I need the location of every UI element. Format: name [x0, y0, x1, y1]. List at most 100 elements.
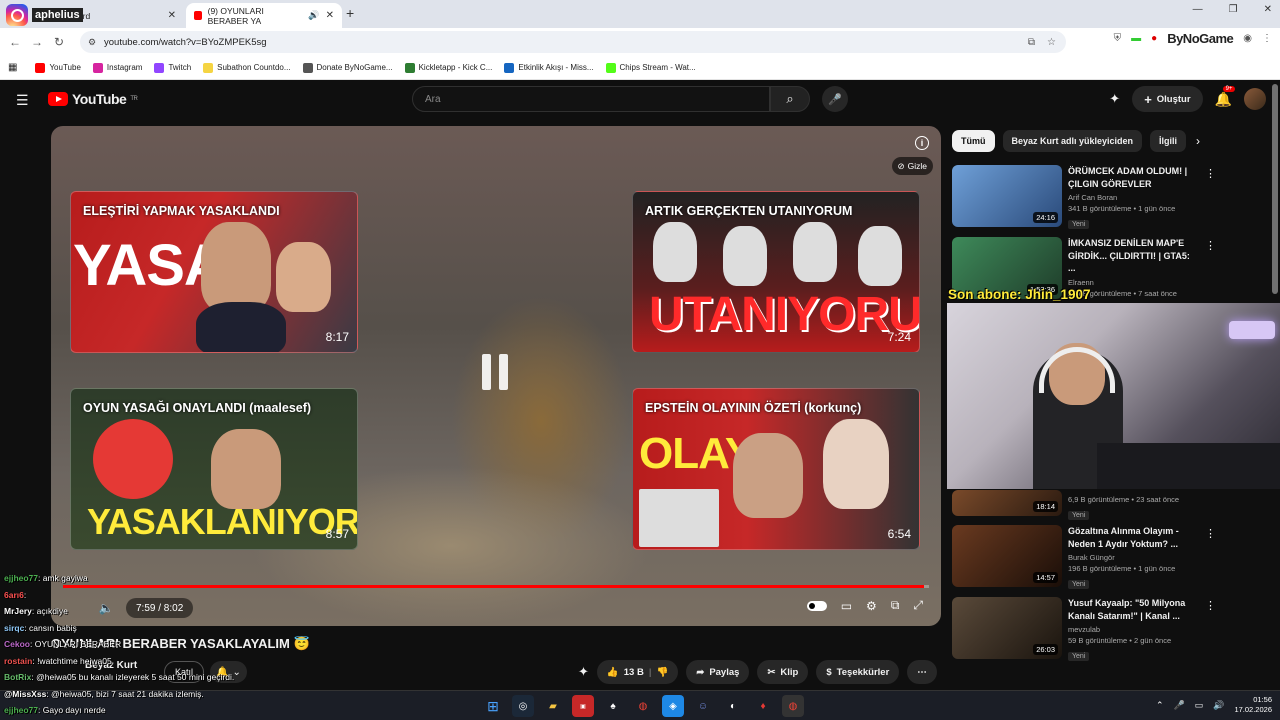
- url-field[interactable]: ⚙ youtube.com/watch?v=BYoZMPEK5sg ⧉ ☆: [80, 31, 1066, 53]
- site-settings-icon[interactable]: ⚙: [88, 37, 96, 48]
- install-icon[interactable]: ⧉: [1028, 37, 1035, 48]
- chrome-icon[interactable]: ◍: [632, 695, 654, 717]
- reload-icon[interactable]: ↻: [48, 35, 70, 49]
- speaker-icon[interactable]: 🔊: [308, 10, 319, 21]
- hamburger-menu-icon[interactable]: ☰: [16, 92, 29, 109]
- like-button[interactable]: 👍 13 B | 👎: [596, 660, 679, 684]
- app-icon[interactable]: ♦: [752, 695, 774, 717]
- chevron-up-icon[interactable]: ⌃: [1156, 700, 1164, 711]
- chip-uploader[interactable]: Beyaz Kurt adlı yükleyiciden: [1002, 130, 1143, 152]
- subtitles-icon[interactable]: ▭: [841, 599, 852, 613]
- bookmark-kicklet[interactable]: Kickletapp - Kick C...: [404, 62, 492, 73]
- pause-icon[interactable]: [475, 354, 515, 400]
- windows-start-icon[interactable]: ⊞: [482, 695, 504, 717]
- app-icon[interactable]: ◈: [662, 695, 684, 717]
- youtube-logo[interactable]: YouTube TR: [48, 91, 138, 107]
- tab-label: (9) OYUNLARI BERABER YA: [207, 5, 264, 26]
- endcard-video[interactable]: ELEŞTİRİ YAPMAK YASAKLANDI YASAK 8:17: [70, 191, 358, 353]
- bookmark-etkinlik[interactable]: Etkinlik Akışı - Miss...: [504, 62, 594, 73]
- bookmark-instagram[interactable]: Instagram: [92, 62, 142, 73]
- bookmark-label: Etkinlik Akışı - Miss...: [518, 63, 594, 72]
- endcard-thumb-text: YASAKLANIYOR: [87, 501, 358, 542]
- search-icon: ⌕: [786, 91, 794, 106]
- instagram-overlay: aphelius: [6, 4, 83, 26]
- bookmark-donate[interactable]: Donate ByNoGame...: [302, 62, 393, 73]
- search-button[interactable]: ⌕: [770, 86, 810, 112]
- bookmark-twitch[interactable]: Twitch: [154, 62, 191, 73]
- video-player[interactable]: ELEŞTİRİ YAPMAK YASAKLANDI YASAK 8:17 AR…: [51, 126, 941, 626]
- bookmark-subathon[interactable]: Subathon Countdo...: [203, 62, 291, 73]
- more-vert-icon[interactable]: ⋮: [1205, 167, 1216, 180]
- more-vert-icon[interactable]: ⋮: [1205, 527, 1216, 540]
- bookmark-youtube[interactable]: YouTube: [35, 62, 81, 73]
- bynogame-extension[interactable]: ByNoGame: [1167, 31, 1234, 46]
- endcard-video[interactable]: EPSTEİN OLAYININ ÖZETİ (korkunç) OLAY 6:…: [632, 388, 920, 550]
- profile-icon[interactable]: ◉: [1243, 33, 1252, 44]
- avatar[interactable]: [1244, 88, 1266, 110]
- close-tab-icon[interactable]: ✕: [168, 10, 176, 21]
- volume-icon[interactable]: 🔊: [1213, 700, 1224, 711]
- more-vert-icon[interactable]: ⋮: [1205, 599, 1216, 612]
- forward-icon[interactable]: →: [26, 35, 48, 49]
- hide-endcards-button[interactable]: ⊘ Gizle: [891, 157, 933, 175]
- bell-icon: 🔔: [1214, 90, 1232, 107]
- chip-related[interactable]: İlgili: [1150, 130, 1187, 152]
- app-icon[interactable]: ▣: [572, 695, 594, 717]
- recommended-video[interactable]: 14:57 Gözaltına Alınma Olayım - Neden 1 …: [952, 525, 1222, 591]
- menu-dots-icon[interactable]: ⋮: [1262, 33, 1272, 44]
- fullscreen-icon[interactable]: ⤢: [913, 598, 923, 613]
- chevron-right-icon[interactable]: ›: [1196, 134, 1200, 148]
- voice-search-button[interactable]: 🎤: [822, 86, 848, 112]
- close-window-icon[interactable]: ✕: [1264, 4, 1272, 15]
- tab-youtube-video[interactable]: (9) OYUNLARI BERABER YA 🔊 ✕: [186, 3, 342, 28]
- bookmark-chips[interactable]: Chips Stream - Wat...: [605, 62, 696, 73]
- endcard-video[interactable]: ARTIK GERÇEKTEN UTANIYORUM UTANIYORUM! 7…: [632, 191, 920, 353]
- share-button[interactable]: ➦ Paylaş: [686, 660, 750, 684]
- steam-icon[interactable]: ◎: [512, 695, 534, 717]
- chip-all[interactable]: Tümü: [952, 130, 995, 152]
- shield-icon[interactable]: ⛨: [1114, 33, 1122, 44]
- create-button[interactable]: + Oluştur: [1132, 86, 1203, 112]
- app-icon[interactable]: ♠: [602, 695, 624, 717]
- more-actions-button[interactable]: ⋯: [907, 660, 937, 684]
- bookmark-icon: [302, 62, 313, 73]
- recommended-video[interactable]: 18:14 6,9 B görüntüleme • 23 saat önce Y…: [952, 490, 1222, 520]
- miniplayer-icon[interactable]: ⧉: [891, 598, 900, 613]
- folder-icon[interactable]: ▰: [542, 695, 564, 717]
- info-icon[interactable]: i: [915, 136, 929, 150]
- window-controls: — ❐ ✕: [1193, 4, 1272, 15]
- autoplay-toggle[interactable]: [806, 600, 827, 611]
- chat-username: rostain: [4, 655, 33, 666]
- scrollbar[interactable]: [1272, 84, 1278, 294]
- thumbs-down-icon[interactable]: 👎: [657, 667, 669, 678]
- microphone-icon[interactable]: 🎤: [1174, 700, 1185, 711]
- more-vert-icon[interactable]: ⋮: [1205, 239, 1216, 252]
- premium-icon[interactable]: ✦: [578, 664, 589, 680]
- search-input[interactable]: Ara: [412, 86, 770, 112]
- thumbnail-photo: [639, 489, 719, 547]
- system-clock[interactable]: 01:56 17.02.2026: [1234, 695, 1272, 715]
- restore-icon[interactable]: ❐: [1229, 4, 1238, 15]
- clip-button[interactable]: ✂ Klip: [757, 660, 809, 684]
- bookmark-star-icon[interactable]: ☆: [1047, 37, 1056, 48]
- recommended-video[interactable]: 26:03 Yusuf Kayaalp: "50 Milyona Kanalı …: [952, 597, 1222, 663]
- minimize-icon[interactable]: —: [1193, 4, 1203, 15]
- apps-grid-icon[interactable]: ▦: [8, 62, 17, 73]
- chrome-icon[interactable]: ◍: [782, 695, 804, 717]
- thanks-button[interactable]: $ Teşekkürler: [816, 660, 900, 684]
- recommended-video[interactable]: 24:16 ÖRÜMCEK ADAM OLDUM! | ÇILGIN GÖREV…: [952, 165, 1222, 231]
- create-premium-icon[interactable]: ✦: [1109, 91, 1120, 107]
- opera-icon[interactable]: ●: [1151, 33, 1157, 44]
- network-icon[interactable]: ▭: [1195, 700, 1204, 711]
- new-tab-button[interactable]: +: [346, 5, 354, 21]
- app-icon[interactable]: ◐: [722, 695, 744, 717]
- chat-text: : açıkdiye: [31, 606, 68, 616]
- discord-icon[interactable]: ☺: [692, 695, 714, 717]
- extension-icon[interactable]: ▬: [1131, 33, 1141, 44]
- thumbnail-mask: [858, 226, 902, 286]
- endcard-video[interactable]: OYUN YASAĞI ONAYLANDI (maalesef) YASAKLA…: [70, 388, 358, 550]
- close-tab-icon[interactable]: ✕: [326, 10, 334, 21]
- settings-gear-icon[interactable]: ⚙: [866, 599, 877, 613]
- back-icon[interactable]: ←: [4, 35, 26, 49]
- notifications-button[interactable]: 🔔 9+: [1214, 85, 1236, 108]
